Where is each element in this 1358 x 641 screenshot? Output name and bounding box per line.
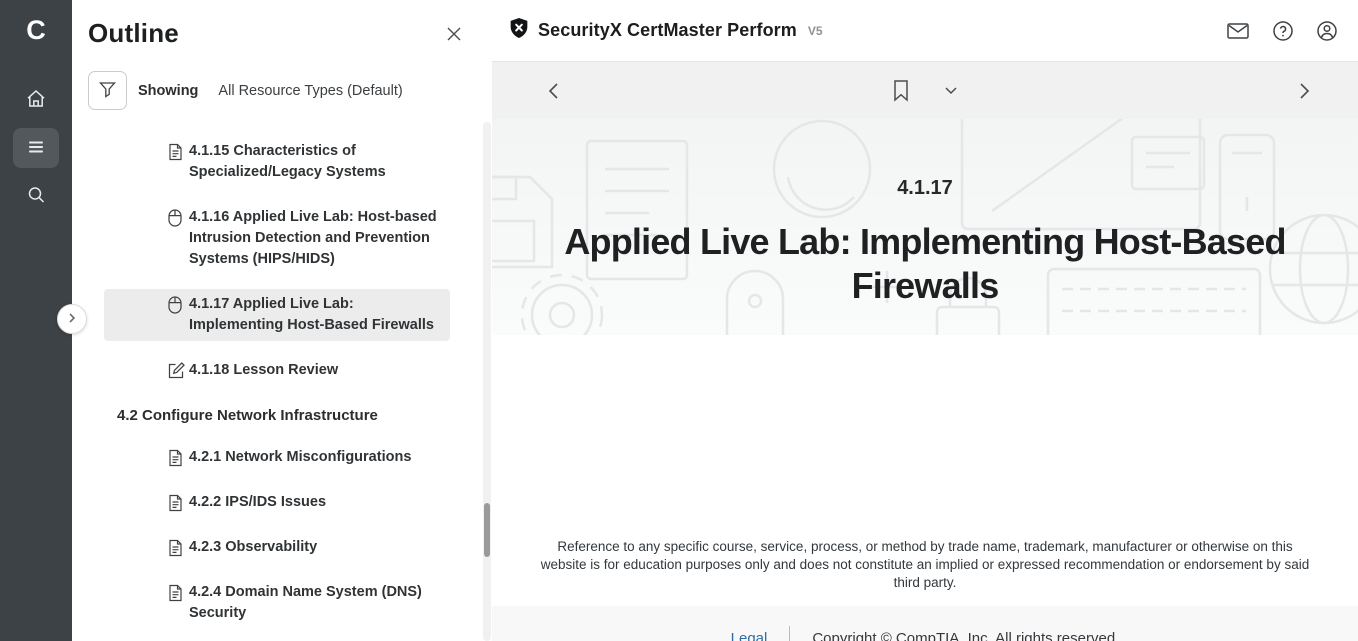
rail-items [13,80,59,216]
lesson-toolbar [492,62,1358,119]
home-button[interactable] [13,80,59,120]
outline-panel: Outline Showing All Resource Types (Defa… [72,0,492,641]
previous-page-button[interactable] [540,76,568,106]
bookmark-button[interactable] [886,73,916,108]
outline-item[interactable]: 4.1.16 Applied Live Lab: Host-based Intr… [104,202,450,275]
mouse-icon [168,209,182,227]
filter-row: Showing All Resource Types (Default) [88,71,492,110]
outline-item[interactable]: 4.2.4 Domain Name System (DNS) Security [104,577,450,629]
bookmark-dropdown-button[interactable] [938,80,964,101]
outline-item[interactable]: 4.2.1 Network Misconfigurations [104,442,450,473]
account-button[interactable] [1314,18,1340,44]
pencil-icon [168,362,185,379]
filter-showing-label: Showing [138,83,198,99]
outline-item-label: 4.2.1 Network Misconfigurations [168,447,411,468]
document-icon [168,494,183,512]
close-icon [444,32,464,47]
outline-item-label: 4.2.4 Domain Name System (DNS) Security [168,582,438,624]
help-button[interactable] [1270,18,1296,44]
outline-panel-header: Outline [72,0,492,49]
outline-item[interactable]: 4.1.15 Characteristics of Specialized/Le… [104,136,450,188]
chevron-left-icon [546,88,562,103]
mouse-icon [168,296,182,314]
app-title: SecurityX CertMaster Perform [538,20,797,41]
lesson-number: 4.1.17 [492,177,1358,200]
brand: SecurityX CertMaster Perform V5 [509,17,823,44]
outline-scrollbar-thumb[interactable] [484,503,490,557]
outline-item-label: 4.1.15 Characteristics of Specialized/Le… [168,141,438,183]
help-icon [1272,30,1294,45]
header-actions [1224,18,1340,44]
outline-menu-button[interactable] [13,128,59,168]
outline-item-label: 4.2.3 Observability [168,537,317,558]
filter-value: All Resource Types (Default) [218,83,402,99]
outline-item[interactable]: 4.1.17 Applied Live Lab: Implementing Ho… [104,289,450,341]
outline-item-label: 4.1.18 Lesson Review [168,360,338,381]
chevron-right-icon [66,312,78,327]
outline-item-label: 4.1.17 Applied Live Lab: Implementing Ho… [168,294,438,336]
page-footer: Legal Copyright © CompTIA, Inc. All righ… [492,606,1358,641]
panel-collapse-toggle[interactable] [57,304,87,334]
copyright-text: Copyright © CompTIA, Inc. All rights res… [812,630,1119,641]
chevron-down-icon [944,83,958,98]
main-header: SecurityX CertMaster Perform V5 [492,0,1358,62]
bookmark-group [886,73,964,108]
disclaimer-text: Reference to any specific course, servic… [534,538,1316,592]
outline-item[interactable]: 4.1.18 Lesson Review [104,355,450,386]
shield-x-icon [509,17,529,44]
outline-scrollbar[interactable] [483,122,491,641]
document-icon [168,449,183,467]
outline-section[interactable]: 4.2 Configure Network Infrastructure [117,406,450,426]
filter-button[interactable] [88,71,127,110]
main-area: SecurityX CertMaster Perform V5 [492,0,1358,641]
outline-menu-icon [25,136,47,161]
home-icon [25,88,47,113]
bookmark-icon [892,90,910,105]
close-outline-button[interactable] [440,20,468,48]
outline-item-label: 4.2.2 IPS/IDS Issues [168,492,326,513]
app-root: C [0,0,1358,641]
outline-item-label: 4.1.16 Applied Live Lab: Host-based Intr… [168,207,438,270]
document-icon [168,143,183,161]
next-page-button[interactable] [1290,76,1318,106]
lesson-body: Reference to any specific course, servic… [492,335,1358,606]
outline-item[interactable]: 4.2.2 IPS/IDS Issues [104,487,450,518]
mail-button[interactable] [1224,19,1252,43]
document-icon [168,584,183,602]
document-icon [168,539,183,557]
footer-divider [789,626,790,641]
mail-icon [1226,29,1250,44]
panel-title: Outline [88,18,179,49]
outline-list: 4.1.15 Characteristics of Specialized/Le… [72,136,492,641]
search-icon [25,184,47,209]
search-button[interactable] [13,176,59,216]
lesson-hero: 4.1.17 Applied Live Lab: Implementing Ho… [492,119,1358,335]
hero-text: 4.1.17 Applied Live Lab: Implementing Ho… [492,119,1358,308]
app-version: V5 [808,24,823,38]
funnel-icon [98,80,117,102]
lesson-title: Applied Live Lab: Implementing Host-Base… [492,220,1358,308]
outline-item[interactable]: 4.2.3 Observability [104,532,450,563]
account-icon [1316,30,1338,45]
legal-link[interactable]: Legal [731,630,768,641]
chevron-right-icon [1296,88,1312,103]
comptia-logo[interactable]: C [26,10,46,50]
